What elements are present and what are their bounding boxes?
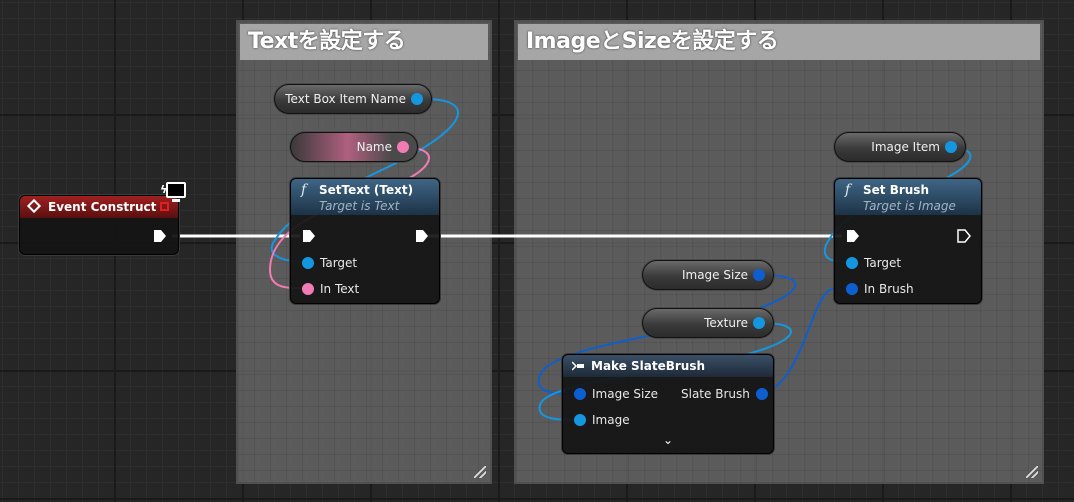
- image-size-pin-row[interactable]: Image Size: [574, 387, 658, 401]
- struct-out-pin[interactable]: [755, 388, 768, 400]
- variable-label: Name: [356, 140, 392, 154]
- node-title: SetText (Text): [319, 183, 414, 197]
- target-pin-row[interactable]: Target: [302, 256, 357, 270]
- exec-in-pin[interactable]: [846, 229, 860, 243]
- struct-out-pin[interactable]: [753, 269, 765, 281]
- image-item-variable[interactable]: Image Item: [834, 132, 966, 162]
- pin-label: Target: [864, 256, 902, 270]
- function-icon: f: [301, 182, 307, 198]
- exec-out-pin[interactable]: [957, 229, 971, 243]
- node-title: Set Brush: [863, 183, 929, 197]
- make-slate-brush-node[interactable]: Make SlateBrush Image Size Image Slate B…: [562, 354, 774, 454]
- struct-in-pin[interactable]: [574, 388, 586, 400]
- text-out-pin[interactable]: [397, 141, 409, 153]
- text-in-pin[interactable]: [302, 283, 314, 295]
- event-diamond-icon: [26, 198, 42, 214]
- function-icon: f: [845, 182, 851, 198]
- texture-variable[interactable]: Texture: [642, 308, 774, 338]
- object-in-pin[interactable]: [846, 257, 858, 269]
- make-struct-icon: [572, 361, 584, 371]
- set-text-node[interactable]: f SetText (Text) Target is Text Target I…: [290, 178, 440, 304]
- object-in-pin[interactable]: [302, 257, 314, 269]
- pin-label: In Brush: [864, 282, 914, 296]
- exec-out-pin[interactable]: [153, 229, 167, 243]
- node-subtitle: Target is Text: [319, 199, 400, 213]
- struct-in-pin[interactable]: [846, 283, 858, 295]
- pin-label: Image Size: [592, 387, 659, 401]
- chevron-down-icon[interactable]: ⌄: [663, 433, 673, 447]
- object-out-pin[interactable]: [753, 317, 765, 329]
- object-in-pin[interactable]: [574, 414, 586, 426]
- image-size-variable[interactable]: Image Size: [642, 260, 774, 290]
- pin-label: Target: [320, 256, 358, 270]
- variable-label: Text Box Item Name: [285, 92, 406, 106]
- pin-label: Slate Brush: [681, 387, 750, 401]
- text-box-item-name-variable[interactable]: Text Box Item Name: [274, 84, 432, 114]
- delegate-pin[interactable]: [160, 202, 169, 211]
- node-subtitle: Target is Image: [863, 199, 956, 213]
- pin-label: In Text: [320, 282, 360, 296]
- object-out-pin[interactable]: [411, 93, 423, 105]
- in-brush-pin-row[interactable]: In Brush: [846, 282, 914, 296]
- node-title: Event Construct: [48, 200, 157, 214]
- exec-out-pin[interactable]: [415, 229, 429, 243]
- target-pin-row[interactable]: Target: [846, 256, 901, 270]
- variable-label: Image Size: [681, 268, 748, 282]
- exec-in-pin[interactable]: [302, 229, 316, 243]
- name-variable[interactable]: Name: [290, 132, 418, 162]
- image-pin-row[interactable]: Image: [574, 413, 630, 427]
- variable-label: Image Item: [871, 140, 940, 154]
- object-out-pin[interactable]: [945, 141, 957, 153]
- pin-label: Image: [592, 413, 630, 427]
- in-text-pin-row[interactable]: In Text: [302, 282, 359, 296]
- node-title: Make SlateBrush: [591, 359, 706, 373]
- monitor-icon: [166, 182, 186, 202]
- set-brush-node[interactable]: f Set Brush Target is Image Target In Br…: [834, 178, 982, 304]
- variable-label: Texture: [704, 316, 748, 330]
- slate-brush-pin-row[interactable]: Slate Brush: [681, 387, 774, 401]
- event-construct-node[interactable]: Event Construct: [19, 195, 179, 255]
